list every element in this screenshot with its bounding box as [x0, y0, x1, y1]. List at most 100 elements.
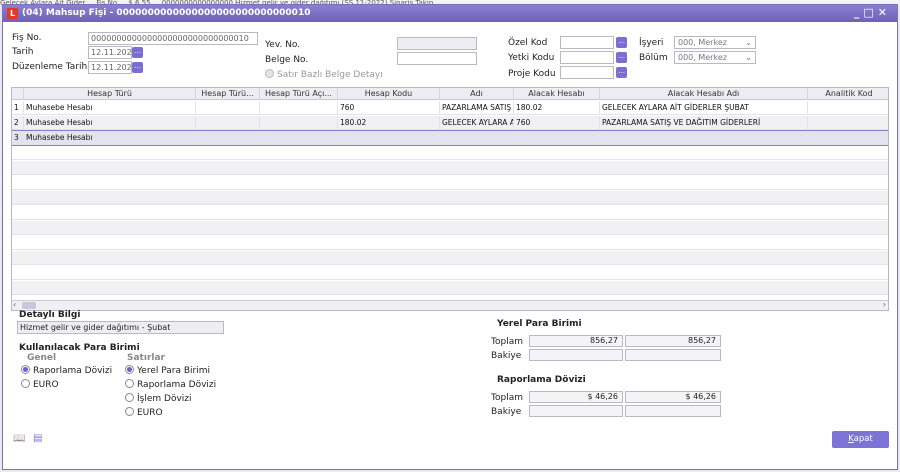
fis-no-label: Fiş No.: [12, 33, 42, 43]
cell-hesap-turu[interactable]: Muhasebe Hesabı: [24, 101, 196, 115]
cell-alacak-hesabi[interactable]: [514, 131, 600, 145]
empty-row[interactable]: [12, 206, 888, 220]
satir-bazli-label: Satır Bazlı Belge Detayı: [277, 70, 383, 80]
belge-no-input[interactable]: [397, 52, 477, 65]
cell-hesap-kodu[interactable]: 760: [338, 101, 440, 115]
empty-row[interactable]: [12, 266, 888, 280]
col-hesap-turu-2[interactable]: Hesap Türü...: [196, 88, 260, 100]
cell-alacak-hesabi[interactable]: 180.02: [514, 101, 600, 115]
tarih-input[interactable]: 12.11.2022: [88, 46, 132, 59]
cell-adi[interactable]: [440, 131, 514, 145]
cell-analitik-kod[interactable]: [808, 116, 888, 130]
yetki-kodu-input[interactable]: [560, 51, 614, 64]
bolum-select[interactable]: 000, Merkez ⌄: [674, 51, 756, 64]
table-row[interactable]: 3 Muhasebe Hesabı: [12, 130, 888, 146]
empty-row[interactable]: [12, 146, 888, 160]
book-icon[interactable]: 📖: [13, 433, 25, 444]
col-analitik-kod[interactable]: Analitik Kod: [808, 88, 888, 100]
tarih-picker-button[interactable]: …: [132, 47, 143, 58]
bolum-label: Bölüm: [639, 53, 668, 63]
col-alacak-hesabi-adi[interactable]: Alacak Hesabı Adı: [600, 88, 808, 100]
isyeri-select[interactable]: 000, Merkez ⌄: [674, 36, 756, 49]
genel-raporlama-dovizi-radio[interactable]: Raporlama Dövizi: [21, 365, 112, 376]
horizontal-scrollbar[interactable]: ‹ ›: [12, 300, 888, 310]
empty-row[interactable]: [12, 236, 888, 250]
satir-raporlama-dovizi-radio[interactable]: Raporlama Dövizi: [125, 379, 216, 390]
cell-hesap-turu-2[interactable]: [196, 131, 260, 145]
cell-adi[interactable]: PAZARLAMA SATIŞ \: [440, 101, 514, 115]
cell-hesap-turu-aciklama[interactable]: [260, 116, 338, 130]
cell-analitik-kod[interactable]: [808, 131, 888, 145]
proje-kodu-lookup-button[interactable]: …: [616, 67, 627, 78]
radio-selected-icon: [125, 365, 134, 374]
proje-kodu-input[interactable]: [560, 66, 614, 79]
yerel-bakiye-alacak: [625, 349, 721, 361]
cell-hesap-turu[interactable]: Muhasebe Hesabı: [24, 131, 196, 145]
row-number-header: [12, 88, 24, 100]
empty-row[interactable]: [12, 161, 888, 175]
fis-lines-grid[interactable]: Hesap Türü Hesap Türü... Hesap Türü Açı.…: [11, 87, 889, 311]
row-number: 1: [12, 101, 24, 115]
cell-hesap-turu-aciklama[interactable]: [260, 101, 338, 115]
col-adi[interactable]: Adı: [440, 88, 514, 100]
duzenleme-tarihi-picker-button[interactable]: …: [132, 62, 143, 73]
window-title: (04) Mahsup Fişi - 000000000000000000000…: [22, 8, 311, 18]
table-row[interactable]: 2 Muhasebe Hesabı 180.02 GELECEK AYLARA …: [12, 116, 888, 130]
scrollbar-thumb[interactable]: [22, 302, 36, 309]
yerel-toplam-borc: 856,27: [529, 335, 623, 347]
bolum-value: 000, Merkez: [678, 53, 727, 62]
cell-hesap-turu-aciklama[interactable]: [260, 131, 338, 145]
cell-alacak-hesabi-adi[interactable]: [600, 131, 808, 145]
col-hesap-turu-aciklama[interactable]: Hesap Türü Açı...: [260, 88, 338, 100]
close-icon[interactable]: ✕: [878, 6, 891, 19]
detayli-bilgi-title: Detaylı Bilgi: [19, 310, 81, 320]
duzenleme-tarihi-input[interactable]: 12.11.2022: [88, 61, 132, 74]
toplam-label: Toplam: [491, 337, 523, 347]
rap-toplam-alacak: $ 46,26: [625, 391, 721, 403]
satir-islem-dovizi-radio[interactable]: İşlem Dövizi: [125, 393, 192, 404]
cell-hesap-turu-2[interactable]: [196, 116, 260, 130]
empty-row[interactable]: [12, 191, 888, 205]
satir-euro-radio[interactable]: EURO: [125, 407, 163, 418]
minimize-icon[interactable]: _: [854, 6, 864, 19]
cell-alacak-hesabi-adi[interactable]: GELECEK AYLARA AİT GİDERLER ŞUBAT: [600, 101, 808, 115]
cell-adi[interactable]: GELECEK AYLARA Aİ: [440, 116, 514, 130]
cell-analitik-kod[interactable]: [808, 101, 888, 115]
ozel-kod-lookup-button[interactable]: …: [616, 37, 627, 48]
empty-row[interactable]: [12, 281, 888, 295]
fis-no-input[interactable]: 0000000000000000000000000000010: [88, 32, 258, 45]
ozel-kod-input[interactable]: [560, 36, 614, 49]
cell-hesap-kodu[interactable]: 180.02: [338, 116, 440, 130]
cell-alacak-hesabi[interactable]: 760: [514, 116, 600, 130]
ozel-kod-label: Özel Kod: [508, 38, 548, 48]
col-alacak-hesabi[interactable]: Alacak Hesabı: [514, 88, 600, 100]
empty-row[interactable]: [12, 176, 888, 190]
kapat-button[interactable]: Kapat: [832, 431, 889, 448]
cell-hesap-turu-2[interactable]: [196, 101, 260, 115]
maximize-icon[interactable]: □: [863, 6, 877, 19]
empty-row[interactable]: [12, 251, 888, 265]
cell-alacak-hesabi-adi[interactable]: PAZARLAMA SATIŞ VE DAĞITIM GİDERLERİ: [600, 116, 808, 130]
checkbox-icon: [265, 69, 274, 78]
scroll-right-icon[interactable]: ›: [883, 300, 886, 309]
raporlama-dovizi-title: Raporlama Dövizi: [497, 375, 586, 385]
detayli-bilgi-input[interactable]: Hizmet gelir ve gider dağıtımı - Şubat: [17, 321, 224, 334]
cell-hesap-turu[interactable]: Muhasebe Hesabı: [24, 116, 196, 130]
isyeri-value: 000, Merkez: [678, 38, 727, 47]
yetki-kodu-lookup-button[interactable]: …: [616, 52, 627, 63]
yerel-bakiye-borc: [529, 349, 623, 361]
scroll-left-icon[interactable]: ‹: [13, 300, 16, 309]
col-hesap-turu[interactable]: Hesap Türü: [24, 88, 196, 100]
yetki-kodu-label: Yetki Kodu: [508, 53, 555, 63]
document-icon[interactable]: ▤: [33, 433, 45, 444]
satir-yerel-para-radio[interactable]: Yerel Para Birimi: [125, 365, 210, 376]
yev-no-input[interactable]: [397, 37, 477, 50]
empty-row[interactable]: [12, 221, 888, 235]
satir-bazli-belge-checkbox[interactable]: Satır Bazlı Belge Detayı: [265, 69, 383, 80]
title-bar[interactable]: L (04) Mahsup Fişi - 0000000000000000000…: [3, 5, 897, 22]
genel-euro-radio[interactable]: EURO: [21, 379, 59, 390]
table-row[interactable]: 1 Muhasebe Hesabı 760 PAZARLAMA SATIŞ \ …: [12, 101, 888, 115]
col-hesap-kodu[interactable]: Hesap Kodu: [338, 88, 440, 100]
radio-selected-icon: [21, 365, 30, 374]
cell-hesap-kodu[interactable]: [338, 131, 440, 145]
